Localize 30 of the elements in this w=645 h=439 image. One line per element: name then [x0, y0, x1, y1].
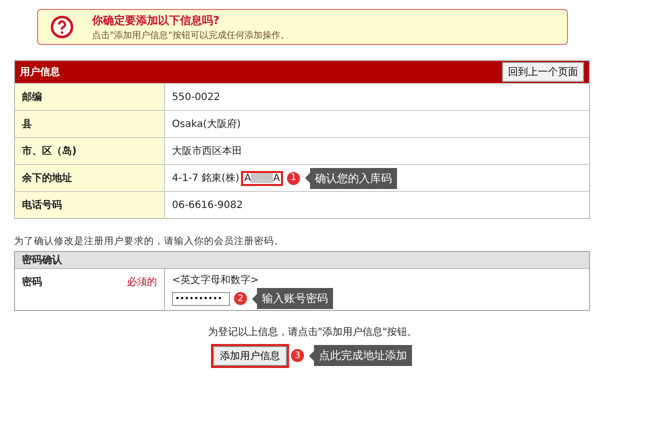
field-label: 电话号码	[22, 198, 62, 212]
back-button[interactable]: 回到上一个页面	[502, 62, 584, 82]
field-value: 06-6616-9082	[172, 200, 243, 210]
field-value: 4-1-7 銘東(株)	[172, 172, 240, 185]
password-hint: <英文字母和数字>	[172, 274, 260, 287]
step-badge: 3	[291, 349, 304, 362]
required-label: 必须的	[127, 276, 157, 290]
alert-title: 你确定要添加以下信息吗?	[92, 12, 220, 28]
field-label: 邮编	[22, 90, 42, 104]
add-user-info-button[interactable]: 添加用户信息	[213, 346, 287, 366]
step-badge: 1	[286, 172, 300, 184]
alert-message: 点击"添加用户信息"按钮可以完成任何添加操作。	[92, 30, 290, 42]
step-badge: 2	[234, 292, 247, 305]
field-label: 余下的地址	[22, 172, 72, 185]
password-field[interactable]: ••••••••••	[172, 292, 230, 306]
callout-tooltip: 点此完成地址添加	[309, 345, 412, 366]
question-icon	[50, 15, 74, 39]
field-value: 550-0022	[172, 92, 220, 102]
password-note: 为了确认修改是注册用户要求的，请输入你的会员注册密码。	[14, 235, 285, 248]
field-label: 市、区（岛)	[22, 144, 77, 158]
storage-code: A A	[241, 170, 283, 186]
callout-tooltip: 输入账号密码	[252, 288, 333, 309]
section-title: 用户信息	[20, 65, 60, 79]
field-label: 密码	[22, 276, 42, 290]
field-value: 大阪市西区本田	[172, 144, 242, 158]
password-section-title: 密码确认	[15, 252, 589, 268]
callout-tooltip: 确认您的入库码	[304, 168, 397, 188]
submit-note: 为登记以上信息，请点击"添加用户信息"按钮。	[208, 326, 418, 339]
field-value: Osaka(大阪府)	[172, 118, 241, 131]
field-label: 县	[22, 118, 32, 131]
